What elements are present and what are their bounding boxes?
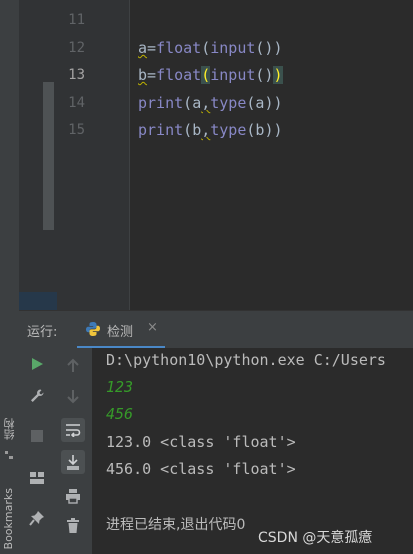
trash-icon[interactable]: [61, 514, 85, 538]
process-exit-message: 进程已结束,退出代码0: [106, 517, 246, 533]
gutter-footer: [19, 292, 57, 310]
scroll-to-end-icon[interactable]: [61, 450, 85, 474]
code-line[interactable]: print(b,type(b)): [138, 121, 283, 139]
print-icon[interactable]: [61, 484, 85, 508]
line-number: 14: [68, 95, 85, 111]
console-output-line: 123.0 <class 'float'>: [106, 433, 296, 451]
code-line-current[interactable]: b=float(input()): [138, 66, 283, 84]
line-numbers: 11 12 13 14 15: [57, 0, 130, 310]
left-tool-strip: 结构 Bookmarks: [0, 0, 19, 554]
code-line[interactable]: print(a,type(a)): [138, 94, 283, 112]
console-output[interactable]: D:\python10\python.exe C:/Users 123 456 …: [92, 348, 413, 554]
pin-icon[interactable]: [25, 506, 49, 530]
watermark: CSDN @天意孤癔: [258, 530, 373, 546]
line-number: 11: [68, 12, 85, 28]
soft-wrap-icon[interactable]: [61, 418, 85, 442]
python-icon: [86, 322, 100, 336]
structure-tab[interactable]: 结构: [2, 418, 18, 440]
down-arrow-icon[interactable]: [61, 384, 85, 408]
stop-icon[interactable]: [25, 424, 49, 448]
console-command: D:\python10\python.exe C:/Users: [106, 351, 386, 369]
up-arrow-icon[interactable]: [61, 354, 85, 378]
line-number: 12: [68, 40, 85, 56]
line-number-current: 13: [68, 67, 85, 83]
run-icon[interactable]: [25, 352, 49, 376]
code-line[interactable]: a=float(input()): [138, 39, 283, 57]
code-editor[interactable]: a=float(input()) b=float(input()) print(…: [130, 0, 413, 310]
structure-icon: [5, 451, 13, 459]
gutter-scrollbar[interactable]: [43, 82, 54, 230]
close-icon[interactable]: ×: [147, 320, 158, 335]
run-toolbar-secondary: [55, 348, 93, 554]
run-panel-header: 运行: 检测 ×: [19, 310, 413, 349]
layout-icon[interactable]: [25, 466, 49, 490]
console-input-line: 123: [106, 378, 134, 396]
console-input-line: 456: [106, 405, 134, 423]
tab-run-config[interactable]: 检测 ×: [77, 311, 165, 349]
line-number: 15: [68, 122, 85, 138]
run-label: 运行:: [27, 325, 58, 340]
wrench-icon[interactable]: [25, 384, 49, 408]
run-toolbar-primary: [19, 348, 55, 554]
console-output-line: 456.0 <class 'float'>: [106, 460, 296, 478]
bookmarks-tab[interactable]: Bookmarks: [2, 488, 15, 549]
tab-label: 检测: [107, 325, 134, 340]
